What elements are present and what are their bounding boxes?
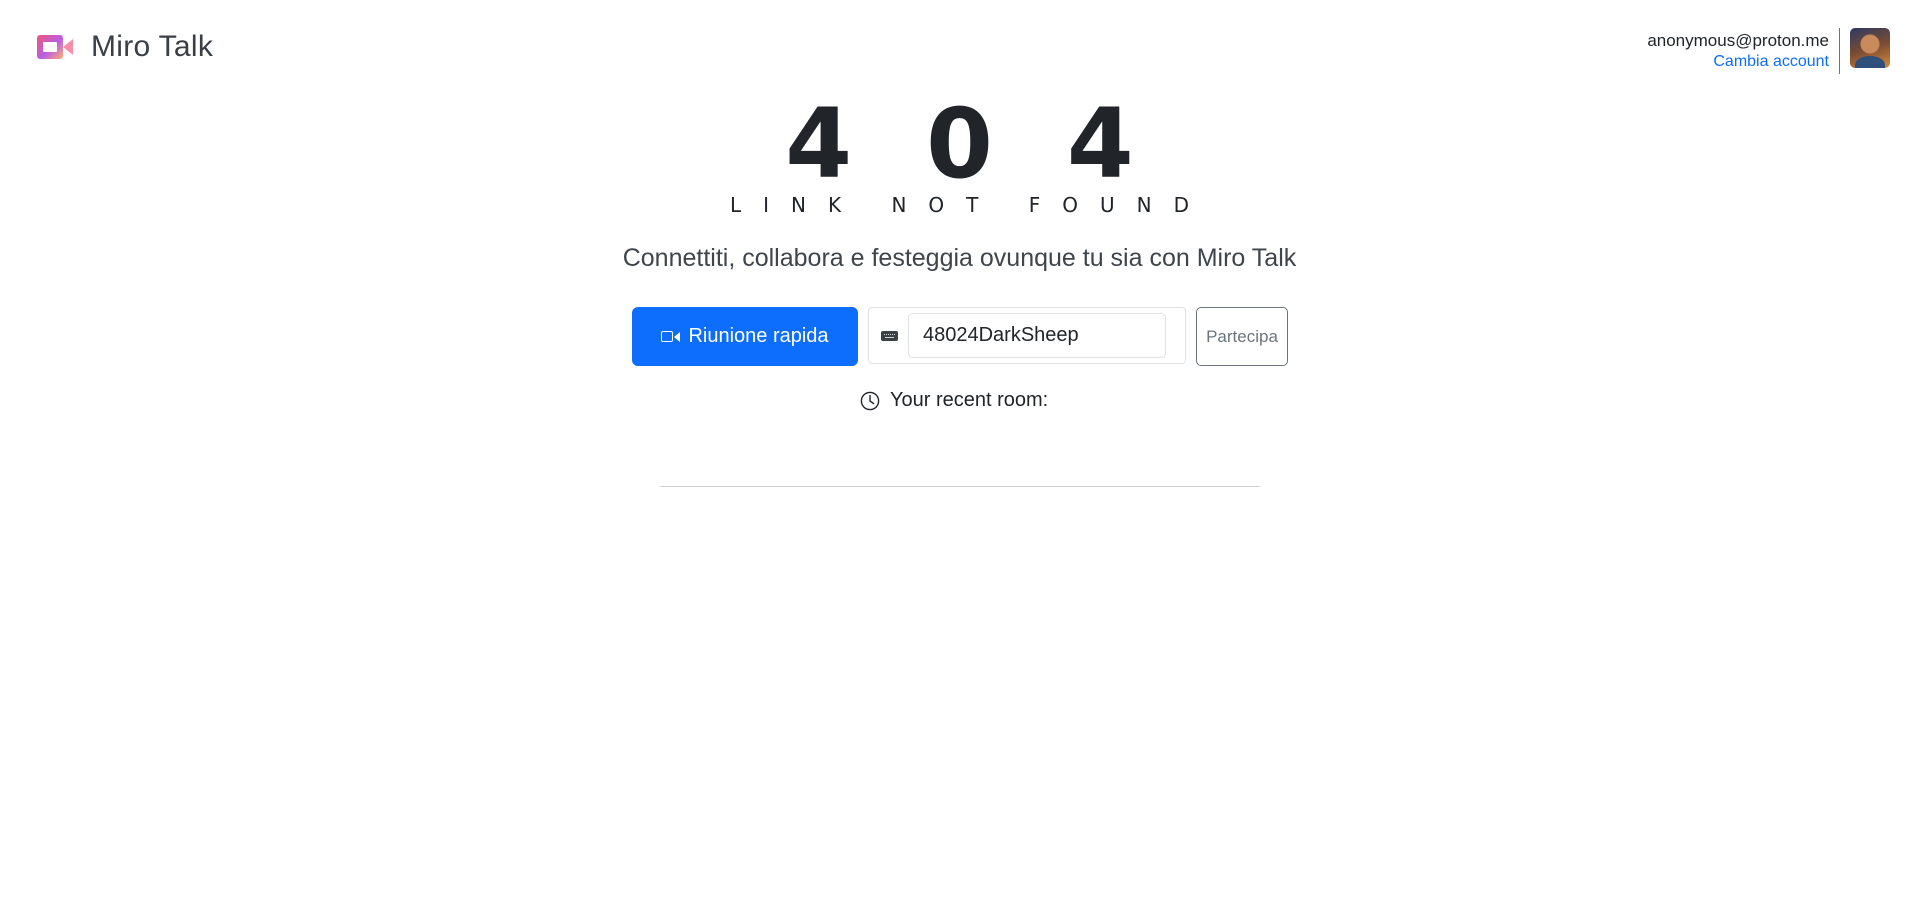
quick-meeting-label: Riunione rapida	[688, 325, 829, 347]
video-camera-icon	[661, 330, 681, 344]
divider	[660, 486, 1260, 487]
room-name-input[interactable]	[908, 313, 1166, 358]
quick-meeting-button[interactable]: Riunione rapida	[632, 307, 858, 366]
clock-icon	[860, 391, 880, 410]
brand[interactable]: Miro Talk	[37, 30, 213, 64]
keyboard-icon	[881, 331, 898, 341]
room-name-group	[868, 307, 1186, 364]
avatar[interactable]	[1850, 28, 1890, 68]
account-email: anonymous@proton.me	[1647, 31, 1829, 50]
tagline: Connettiti, collabora e festeggia ovunqu…	[622, 244, 1297, 272]
error-message: LINK NOT FOUND	[730, 193, 1211, 217]
brand-title: Miro Talk	[91, 30, 214, 63]
account-area: anonymous@proton.me Cambia account	[1647, 28, 1890, 74]
error-code: 404	[785, 88, 1208, 200]
recent-room: Your recent room:	[860, 389, 1048, 412]
join-button[interactable]: Partecipa	[1196, 307, 1288, 366]
miro-talk-logo-icon	[37, 32, 73, 62]
recent-room-label: Your recent room:	[890, 389, 1049, 411]
account-divider	[1839, 28, 1840, 74]
account-info: anonymous@proton.me Cambia account	[1647, 28, 1829, 73]
switch-account-link[interactable]: Cambia account	[1647, 51, 1829, 73]
